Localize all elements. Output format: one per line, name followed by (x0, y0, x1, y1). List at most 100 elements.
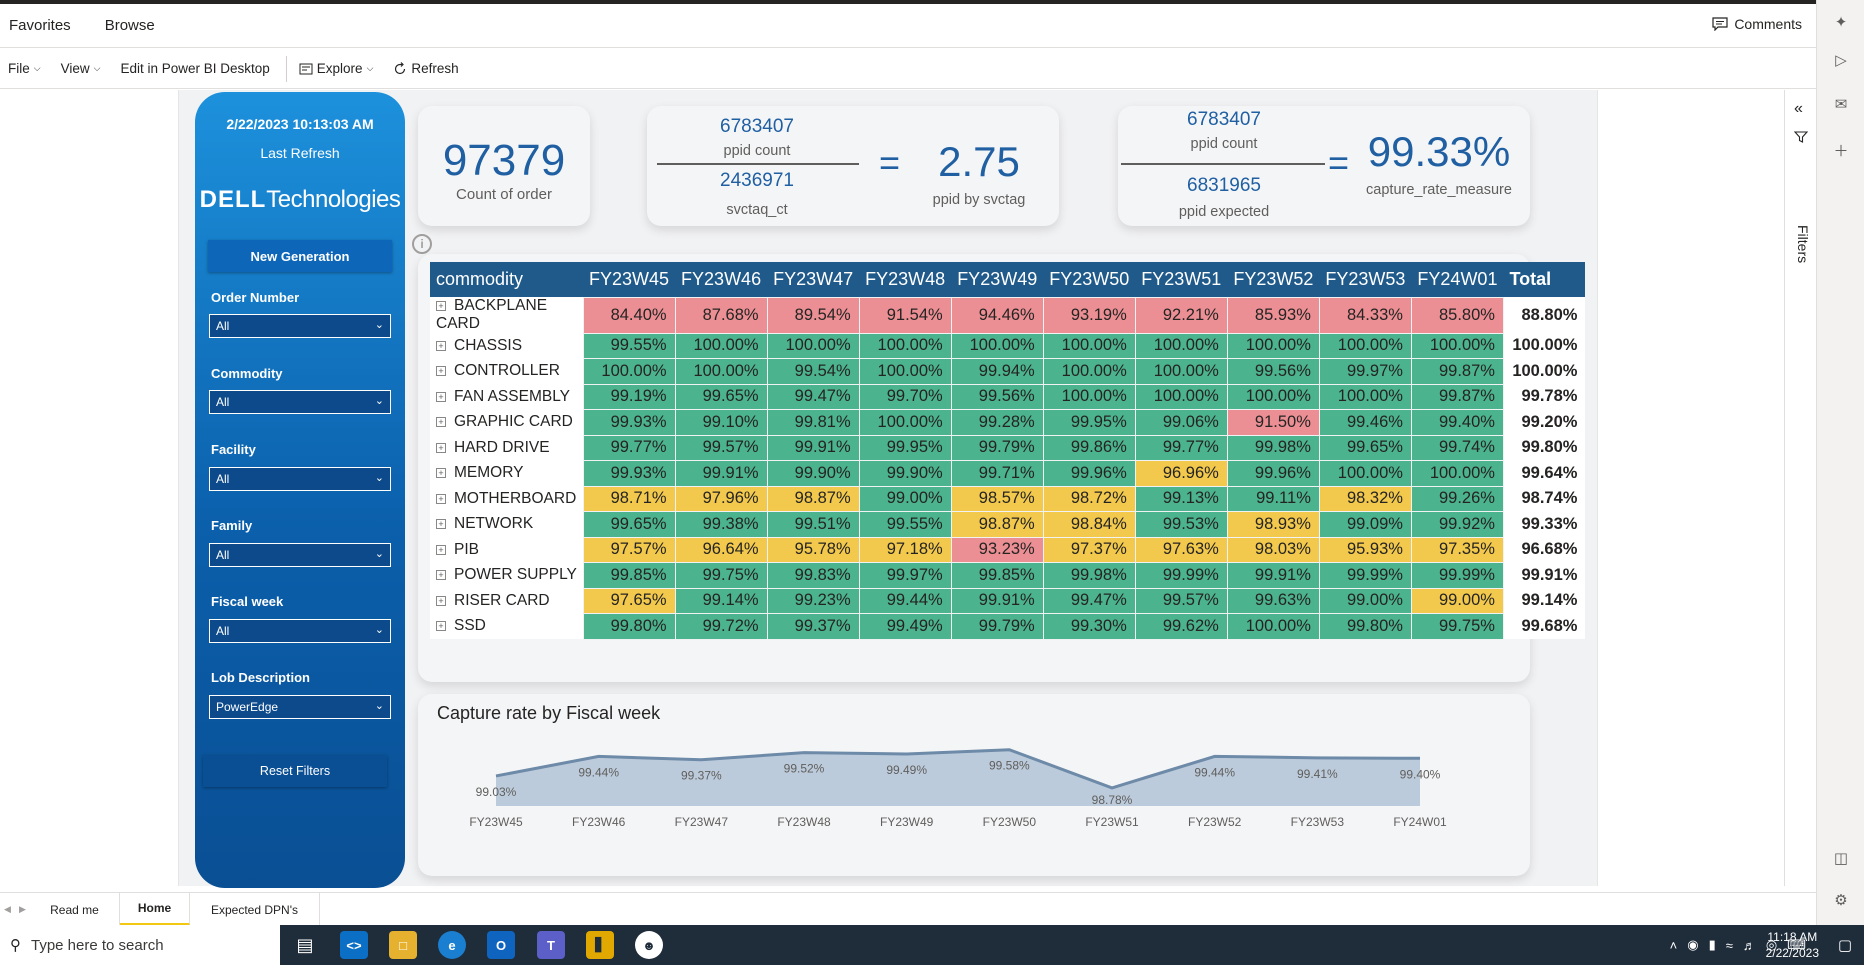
commodity-cell[interactable]: + MEMORY (430, 460, 583, 486)
value-cell: 100.00% (858, 358, 952, 385)
notification-icon[interactable]: ▢ (1838, 936, 1852, 954)
file-explorer-icon[interactable]: □ (389, 931, 417, 959)
column-header[interactable]: FY23W49 (951, 262, 1044, 297)
commodity-cell[interactable]: + BACKPLANE CARD (430, 297, 583, 333)
copilot-icon[interactable]: ✦ (1831, 12, 1851, 32)
order-number-dropdown[interactable]: All ⌄ (209, 314, 391, 338)
commodity-cell[interactable]: + SSD (430, 613, 583, 639)
family-label: Family (211, 518, 253, 533)
battery-icon[interactable]: ▮ (1709, 937, 1716, 953)
column-header[interactable]: FY23W48 (859, 262, 952, 297)
chevron-right-icon[interactable]: ▶ (19, 904, 26, 915)
expand-plus-icon[interactable]: + (436, 468, 446, 479)
tab-read-me[interactable]: Read me (30, 893, 120, 926)
taskbar-clock[interactable]: 11:18 AM 2/22/2023 (1766, 929, 1819, 961)
expand-plus-icon[interactable]: + (436, 417, 446, 428)
column-header[interactable]: FY24W01 (1411, 262, 1504, 297)
nav-browse[interactable]: Browse (105, 17, 155, 34)
table-row: + FAN ASSEMBLY 99.19% 99.65% 99.47% 99.70% 99.… (430, 383, 1586, 410)
double-chevron-left-icon[interactable]: « (1794, 100, 1803, 118)
value-cell: 98.87% (766, 485, 860, 512)
value-cell: 99.75% (1410, 613, 1504, 640)
filters-pane[interactable]: « Filters (1784, 90, 1816, 886)
commodity-header[interactable]: commodity (430, 262, 583, 297)
commodity-dropdown[interactable]: All ⌄ (209, 390, 391, 414)
app-icon[interactable]: ☻ (635, 931, 663, 959)
expand-plus-icon[interactable]: + (436, 519, 446, 530)
tab-home[interactable]: Home (120, 893, 190, 926)
taskbar-search[interactable]: ⚲ Type here to search (0, 925, 280, 965)
expand-plus-icon[interactable]: + (436, 442, 446, 453)
expand-plus-icon[interactable]: + (436, 595, 446, 606)
edit-in-desktop-button[interactable]: Edit in Power BI Desktop (112, 49, 281, 88)
total-header[interactable]: Total (1503, 262, 1586, 297)
column-header[interactable]: FY23W52 (1227, 262, 1320, 297)
expand-plus-icon[interactable]: + (436, 340, 446, 351)
comments-button[interactable]: Comments (1712, 16, 1802, 32)
outlook-icon[interactable]: ✉ (1831, 94, 1851, 114)
commodity-cell[interactable]: + PIB (430, 537, 583, 563)
play-icon[interactable]: ▷ (1831, 50, 1851, 70)
refresh-button[interactable]: Refresh (385, 49, 470, 88)
value-cell: 97.18% (858, 536, 952, 563)
powerbi-report-window: Favorites Browse Comments File ⌵ View ⌵ Ed… (0, 0, 1864, 965)
ppid-count-value: 6783407 (1187, 109, 1261, 130)
clock-time: 11:18 AM (1767, 930, 1818, 944)
value-cell: 98.87% (950, 511, 1044, 538)
chevron-left-icon[interactable]: ◀ (4, 904, 11, 915)
security-icon[interactable]: ◉ (1687, 937, 1698, 953)
expand-plus-icon[interactable]: + (436, 391, 446, 402)
outlook-icon[interactable]: O (487, 931, 515, 959)
comment-icon (1712, 17, 1728, 31)
column-header[interactable]: FY23W47 (767, 262, 860, 297)
explore-menu[interactable]: Explore ⌵ (291, 49, 386, 88)
view-menu[interactable]: View ⌵ (53, 49, 113, 88)
tab-expected-dpns[interactable]: Expected DPN's (190, 893, 320, 926)
reset-filters-button[interactable]: Reset Filters (203, 755, 387, 787)
commodity-cell[interactable]: + MOTHERBOARD (430, 486, 583, 512)
chevron-up-icon[interactable]: ˄ (1670, 938, 1678, 953)
commodity-cell[interactable]: + HARD DRIVE (430, 435, 583, 461)
new-generation-button[interactable]: New Generation (208, 240, 392, 272)
commodity-cell[interactable]: + GRAPHIC CARD (430, 409, 583, 435)
teams-icon[interactable]: T (537, 931, 565, 959)
family-dropdown[interactable]: All ⌄ (209, 543, 391, 567)
commodity-cell[interactable]: + FAN ASSEMBLY (430, 384, 583, 410)
expand-plus-icon[interactable]: + (436, 301, 446, 311)
expand-plus-icon[interactable]: + (436, 621, 446, 632)
volume-icon[interactable]: ♬ (1743, 938, 1756, 953)
column-header[interactable]: FY23W46 (675, 262, 768, 297)
lob-description-dropdown[interactable]: PowerEdge ⌄ (209, 695, 391, 719)
edge-browser-icon[interactable]: e (438, 931, 466, 959)
add-icon[interactable]: ＋ (1831, 140, 1851, 160)
expand-plus-icon[interactable]: + (436, 570, 446, 581)
commodity-cell[interactable]: + RISER CARD (430, 588, 583, 614)
commodity-cell[interactable]: + CONTROLLER (430, 358, 583, 384)
task-view-icon[interactable]: ▤ (291, 931, 319, 959)
value-cell: 99.23% (766, 587, 860, 614)
commodity-cell[interactable]: + POWER SUPPLY (430, 562, 583, 588)
powerbi-icon[interactable]: ▋ (586, 931, 614, 959)
fiscal-week-dropdown[interactable]: All ⌄ (209, 619, 391, 643)
expand-plus-icon[interactable]: + (436, 544, 446, 555)
total-cell: 88.80% (1503, 297, 1586, 333)
expand-plus-icon[interactable]: + (436, 366, 446, 377)
facility-dropdown[interactable]: All ⌄ (209, 467, 391, 491)
column-header[interactable]: FY23W53 (1319, 262, 1412, 297)
column-header[interactable]: FY23W51 (1135, 262, 1228, 297)
settings-gear-icon[interactable]: ⚙ (1831, 890, 1851, 910)
sidebar-toggle-icon[interactable]: ◫ (1831, 848, 1851, 868)
expand-plus-icon[interactable]: + (436, 493, 446, 504)
wifi-icon[interactable]: ≈ (1726, 938, 1733, 953)
value-cell: 100.00% (582, 358, 676, 385)
file-menu[interactable]: File ⌵ (0, 49, 53, 88)
commodity-cell[interactable]: + CHASSIS (430, 333, 583, 359)
info-icon[interactable]: i (412, 234, 432, 254)
vscode-icon[interactable]: <> (340, 931, 368, 959)
column-header[interactable]: FY23W45 (583, 262, 676, 297)
column-header[interactable]: FY23W50 (1043, 262, 1136, 297)
nav-favorites[interactable]: Favorites (9, 17, 71, 34)
value-cell: 100.00% (950, 332, 1044, 359)
page-nav-arrows[interactable]: ◀ ▶ (0, 893, 30, 926)
commodity-cell[interactable]: + NETWORK (430, 511, 583, 537)
